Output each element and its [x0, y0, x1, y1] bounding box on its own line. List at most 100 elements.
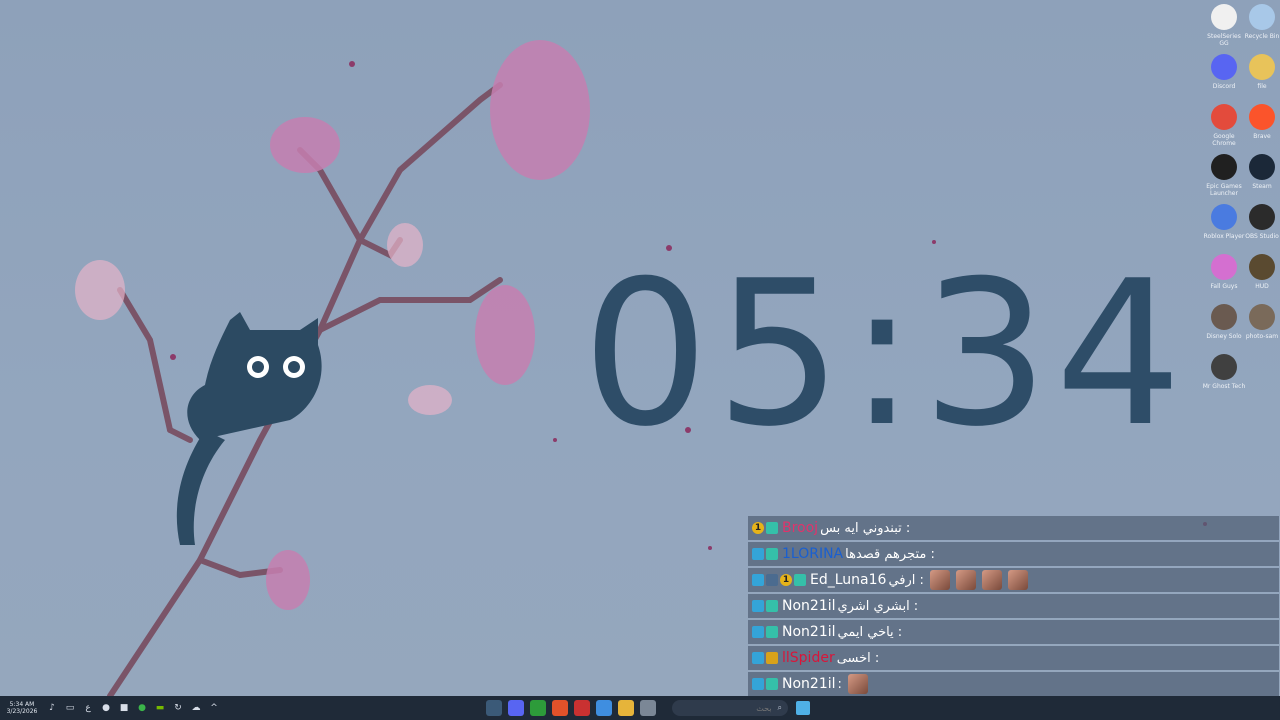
desktop-icon-label: Mr Ghost Tech: [1202, 383, 1246, 390]
desktop: 05:34 SteelSeries GG Recycle Bin Discord fi…: [0, 0, 1280, 696]
chat-message-text: :: [837, 676, 842, 692]
chat-badge-icon: 1: [780, 574, 792, 586]
chat-message: llSpider: اخسى: [748, 646, 1279, 670]
image-icon: [1211, 304, 1237, 330]
desktop-icon-brave[interactable]: Brave: [1240, 104, 1280, 147]
chat-badge-icon: [766, 548, 778, 560]
discord-icon: [1211, 54, 1237, 80]
xbox-tray-icon[interactable]: ●: [136, 702, 148, 714]
chat-emote-image: [929, 570, 950, 590]
desktop-icon-label: Steam: [1252, 183, 1272, 190]
chat-message: 1 Ed_Luna16: ارفي: [748, 568, 1279, 592]
chat-emote-image: [955, 570, 976, 590]
taskbar-time: 5:34 AM: [9, 701, 35, 708]
chat-badge-icon: [766, 600, 778, 612]
desktop-icon-label: file: [1257, 83, 1267, 90]
tray-app-icon[interactable]: ■: [118, 702, 130, 714]
chat-username[interactable]: Non21il: [782, 598, 836, 614]
chat-username[interactable]: Non21il: [782, 624, 836, 640]
search-box[interactable]: ⌕: [672, 700, 788, 716]
chat-username[interactable]: Ed_Luna16: [810, 572, 886, 588]
chrome-icon: [1211, 104, 1237, 130]
taskbar-clock[interactable]: 5:34 AM 3/23/2026: [4, 701, 40, 715]
microphone-icon[interactable]: ●: [100, 702, 112, 714]
chat-emote-image: [1007, 570, 1028, 590]
chat-message: 1 Brooj: تبندوني ايه بس: [748, 516, 1279, 540]
taskbar-app-chrome[interactable]: C: [596, 700, 612, 716]
desktop-icon-photo3[interactable]: Mr Ghost Tech: [1202, 354, 1246, 397]
chat-username[interactable]: llSpider: [782, 650, 835, 666]
epic-games-icon: [1211, 154, 1237, 180]
desktop-icon-folder[interactable]: file: [1240, 54, 1280, 97]
search-input[interactable]: [699, 702, 774, 714]
taskbar-app-brave[interactable]: B: [552, 700, 568, 716]
image-icon: [1211, 354, 1237, 380]
gear-icon: [1211, 4, 1237, 30]
chat-message: Non21il:: [748, 672, 1279, 696]
search-icon: ⌕: [777, 703, 782, 712]
image-icon: [1249, 254, 1275, 280]
chat-badge-icon: [752, 678, 764, 690]
stream-chat-overlay: 1 Brooj: تبندوني ايه بس 1LORINA: متجرهم قص…: [748, 516, 1279, 696]
desktop-icon-label: Brave: [1253, 133, 1271, 140]
chat-message-text: : اخسى: [836, 650, 880, 666]
start-button[interactable]: [796, 701, 810, 715]
chat-emote-image: [981, 570, 1002, 590]
taskbar-app-explorer[interactable]: F: [618, 700, 634, 716]
desktop-icon-obs[interactable]: OBS Studio: [1240, 204, 1280, 247]
desktop-icon-hud[interactable]: HUD: [1240, 254, 1280, 297]
desktop-icon-steam[interactable]: Steam: [1240, 154, 1280, 197]
desktop-icon-label: Recycle Bin: [1244, 33, 1280, 40]
taskbar-app-roblox-studio[interactable]: R: [574, 700, 590, 716]
taskbar-date: 3/23/2026: [6, 708, 38, 715]
language-indicator[interactable]: ع: [82, 702, 94, 714]
chat-message-text: : ارفي: [888, 572, 924, 588]
chat-username[interactable]: Non21il: [782, 676, 836, 692]
system-tray: 5:34 AM 3/23/2026 ♪ ▭ ع ● ■ ● ▬ ↻ ☁ ^: [4, 696, 220, 720]
roblox-icon: [1211, 204, 1237, 230]
network-icon[interactable]: ▭: [64, 702, 76, 714]
chat-badge-icon: [752, 548, 764, 560]
fall-guys-icon: [1211, 254, 1237, 280]
chat-badge-icon: [766, 678, 778, 690]
chat-badge-icon: [752, 574, 764, 586]
chat-badge-icon: [752, 652, 764, 664]
desktop-clock: 05:34: [581, 238, 1189, 471]
chat-badge-icon: [752, 600, 764, 612]
chat-message-text: : تبندوني ايه بس: [820, 520, 911, 536]
chat-message-text: : متجرهم قصدها: [845, 546, 935, 562]
taskbar-app-steam[interactable]: S: [486, 700, 502, 716]
steam-icon: [1249, 154, 1275, 180]
taskbar-app-discord[interactable]: D: [508, 700, 524, 716]
brave-icon: [1249, 104, 1275, 130]
chat-badge-icon: [766, 574, 778, 586]
folder-icon: [1249, 54, 1275, 80]
chat-badge-icon: [766, 522, 778, 534]
image-icon: [1249, 304, 1275, 330]
desktop-icon-recycle[interactable]: Recycle Bin: [1240, 4, 1280, 47]
taskbar-apps: SDXBRCFW ⌕: [486, 696, 810, 720]
volume-icon[interactable]: ♪: [46, 702, 58, 714]
chat-badge-icon: [766, 626, 778, 638]
chat-username[interactable]: 1LORINA: [782, 546, 843, 562]
chat-message-text: : ياخي ايمي: [837, 624, 903, 640]
refresh-icon[interactable]: ↻: [172, 702, 184, 714]
desktop-icon-label: HUD: [1255, 283, 1269, 290]
chat-message: Non21il: ياخي ايمي: [748, 620, 1279, 644]
obs-icon: [1249, 204, 1275, 230]
chat-username[interactable]: Brooj: [782, 520, 818, 536]
cloud-icon[interactable]: ☁: [190, 702, 202, 714]
desktop-icon-label: photo-sam: [1245, 333, 1279, 340]
chat-message-text: : ابشري اشري: [837, 598, 919, 614]
chat-badge-icon: 1: [752, 522, 764, 534]
taskbar-app-monitor[interactable]: W: [640, 700, 656, 716]
taskbar-app-xbox[interactable]: X: [530, 700, 546, 716]
chat-badge-icon: [766, 652, 778, 664]
chevron-up-icon[interactable]: ^: [208, 702, 220, 714]
chat-message: 1LORINA: متجرهم قصدها: [748, 542, 1279, 566]
chat-badge-icon: [794, 574, 806, 586]
taskbar: 5:34 AM 3/23/2026 ♪ ▭ ع ● ■ ● ▬ ↻ ☁ ^ SD…: [0, 696, 1280, 720]
desktop-icon-label: OBS Studio: [1245, 233, 1279, 240]
desktop-icon-photo2[interactable]: photo-sam: [1240, 304, 1280, 347]
nvidia-icon[interactable]: ▬: [154, 702, 166, 714]
